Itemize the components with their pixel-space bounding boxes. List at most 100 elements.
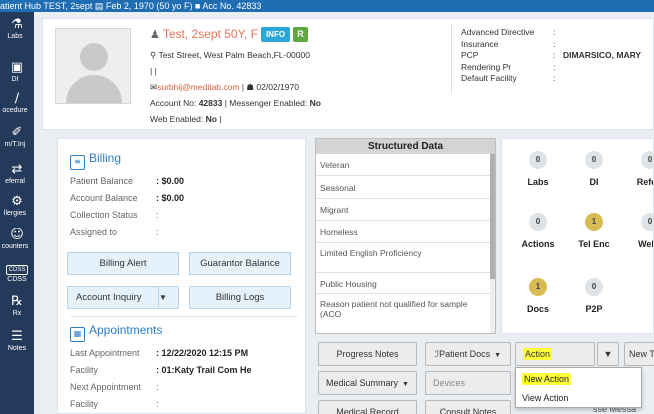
patient-dob: 02/02/1970 [256,82,299,92]
detail-row: Advanced Directive: [461,27,556,37]
patient-docs-button[interactable]: ℐPatient Docs ▼ [425,342,511,366]
count-badge: 0 [641,151,653,169]
progress-notes-button[interactable]: Progress Notes [318,342,417,366]
medical-record-button[interactable]: Medical Record [318,400,417,414]
structured-data-item[interactable]: Migrant [316,199,492,221]
sidebar-item-rx[interactable]: ℞ Rx [0,295,34,318]
new-tel-enc-button[interactable]: New Tel Enc [624,342,654,366]
sidebar-item-allergies[interactable]: ⚙ llergies [0,195,34,218]
billing-panel: ≡ Billing Patient Balance: $0.00 Account … [57,138,306,414]
guarantor-balance-button[interactable]: Guarantor Balance [189,252,291,275]
patient-banner: atient Hub TEST, 2sept ▤ Feb 2, 1970 (50… [0,0,654,12]
sidebar-item-label: eferral [5,178,25,185]
sidebar-item-label: m/T.Inj [4,141,26,148]
billing-title: ≡ Billing [70,151,121,170]
structured-data-panel: Structured Data Veteran Seasonal Migrant… [315,138,496,334]
structured-data-item[interactable]: Reason patient not qualified for sample … [316,294,492,333]
patient-account: Account No: 42833 | Messenger Enabled: N… [150,98,321,108]
consult-notes-button[interactable]: Consult Notes [425,400,511,414]
counter-label: Labs [527,177,549,187]
counter-p2p[interactable]: 0 P2P [570,278,618,314]
billing-row: Collection Status: [70,210,159,220]
sidebar-item-notes[interactable]: ☰ Notes [0,330,34,353]
patient-name[interactable]: ♟ Test, 2sept 50Y, F [150,27,258,41]
billing-row: Patient Balance: $0.00 [70,176,185,186]
devices-button[interactable]: Devices [425,371,511,395]
count-badge: 1 [529,278,547,296]
account-inquiry-button[interactable]: Account Inquiry ▼ [67,286,179,309]
sidebar-item-encounters[interactable]: ☺ counters [0,228,34,251]
info-button[interactable]: INFO [261,27,290,42]
counter-label: DI [589,177,599,187]
menu-item-new-action[interactable]: New Action [522,373,572,385]
action-dropdown-toggle[interactable]: ▼ [597,342,619,366]
chevron-down-icon: ▼ [402,381,409,388]
action-button[interactable]: Action [515,342,595,366]
counter-actions[interactable]: 0 Actions [514,213,562,249]
sidebar-item-label: Labs [7,33,23,40]
avatar [55,28,131,104]
counter-di[interactable]: 0 DI [570,151,618,187]
menu-item-view-action[interactable]: View Action [522,393,568,403]
email-link[interactable]: surbhij@meditab.com [157,82,239,92]
sidebar-item-labs[interactable]: ⚗ Labs [0,18,34,41]
monitor-icon: ▣ [10,61,24,75]
birthday-icon: ☗ [246,82,255,92]
counter-labs[interactable]: 0 Labs [514,151,562,187]
sidebar: ⚗ Labs ▣ DI ∕ ocedure ✐ m/T.Inj ⇄ eferra… [0,12,34,414]
count-badge: 0 [529,151,547,169]
billing-logs-button[interactable]: Billing Logs [189,286,291,309]
user-icon: ♟ [150,28,160,41]
patient-banner-text: atient Hub TEST, 2sept ▤ Feb 2, 1970 (50… [0,1,262,11]
sidebar-item-referral[interactable]: ⇄ eferral [0,163,34,186]
chevron-down-icon[interactable]: ▼ [158,287,178,308]
notes-icon: ☰ [11,330,23,344]
sidebar-item-injection[interactable]: ✐ m/T.Inj [0,126,34,149]
registration-icon[interactable]: R [293,27,308,42]
counter-referral[interactable]: 0 Referr [626,151,653,187]
counter-label: P2P [585,304,603,314]
action-dropdown-menu: New Action View Action [515,367,642,408]
medical-summary-button[interactable]: Medical Summary ▼ [318,371,417,395]
calendar-icon: ▦ [70,327,85,342]
sidebar-item-label: DI [11,76,19,83]
structured-data-item[interactable]: Homeless [316,221,492,243]
count-badge: 0 [585,278,603,296]
appointment-row: Last Appointment: 12/22/2020 12:15 PM [70,348,249,358]
rx-icon: ℞ [11,295,23,309]
sidebar-item-di[interactable]: ▣ DI [0,61,34,84]
patient-header: ♟ Test, 2sept 50Y, F INFO R ⚲ Test Street… [42,18,654,130]
arrows-icon: ⇄ [11,163,23,177]
structured-data-item[interactable]: Veteran [316,154,492,176]
chevron-down-icon: ▼ [494,352,502,359]
structured-data-item[interactable]: Seasonal [316,176,492,199]
count-badge: 1 [585,213,603,231]
billing-alert-button[interactable]: Billing Alert [67,252,179,275]
counter-label: Web I [638,239,653,249]
counter-web[interactable]: 0 Web I [626,213,653,249]
cdss-icon: CDSS [5,265,29,275]
detail-row: Rendering Pr: [461,61,556,72]
counter-label: Referr [636,177,653,187]
patient-phone: | | [150,66,157,76]
counter-label: Tel Enc [578,239,610,249]
sidebar-item-cdss[interactable]: CDSS CDSS [0,265,34,284]
appointment-row: Facility: [70,399,159,409]
structured-data-item[interactable]: Limited English Proficiency [316,243,492,273]
sidebar-item-label: Notes [7,345,27,352]
billing-icon: ≡ [70,155,85,170]
counter-tel-enc[interactable]: 1 Tel Enc [570,213,618,249]
billing-row: Assigned to: [70,227,159,237]
appointment-row: Next Appointment: [70,382,159,392]
counters-panel: 0 Labs 0 DI 0 Referr 0 Actions 1 Tel Enc… [501,138,654,334]
detail-row: Insurance: [461,38,556,49]
patient-details-grid: Advanced Directive: Insurance: PCP: DIMAR… [461,27,641,85]
structured-data-item[interactable]: Public Housing [316,273,492,294]
sidebar-item-procedure[interactable]: ∕ ocedure [0,92,34,115]
syringe-icon: ✐ [11,126,23,140]
appointments-title: ▦ Appointments [70,323,162,342]
sidebar-item-label: CDSS [7,276,27,283]
counter-docs[interactable]: 1 Docs [514,278,562,314]
patient-contact: ✉surbhij@meditab.com | ☗ 02/02/1970 [150,82,299,92]
scrollbar-thumb[interactable] [490,154,495,279]
